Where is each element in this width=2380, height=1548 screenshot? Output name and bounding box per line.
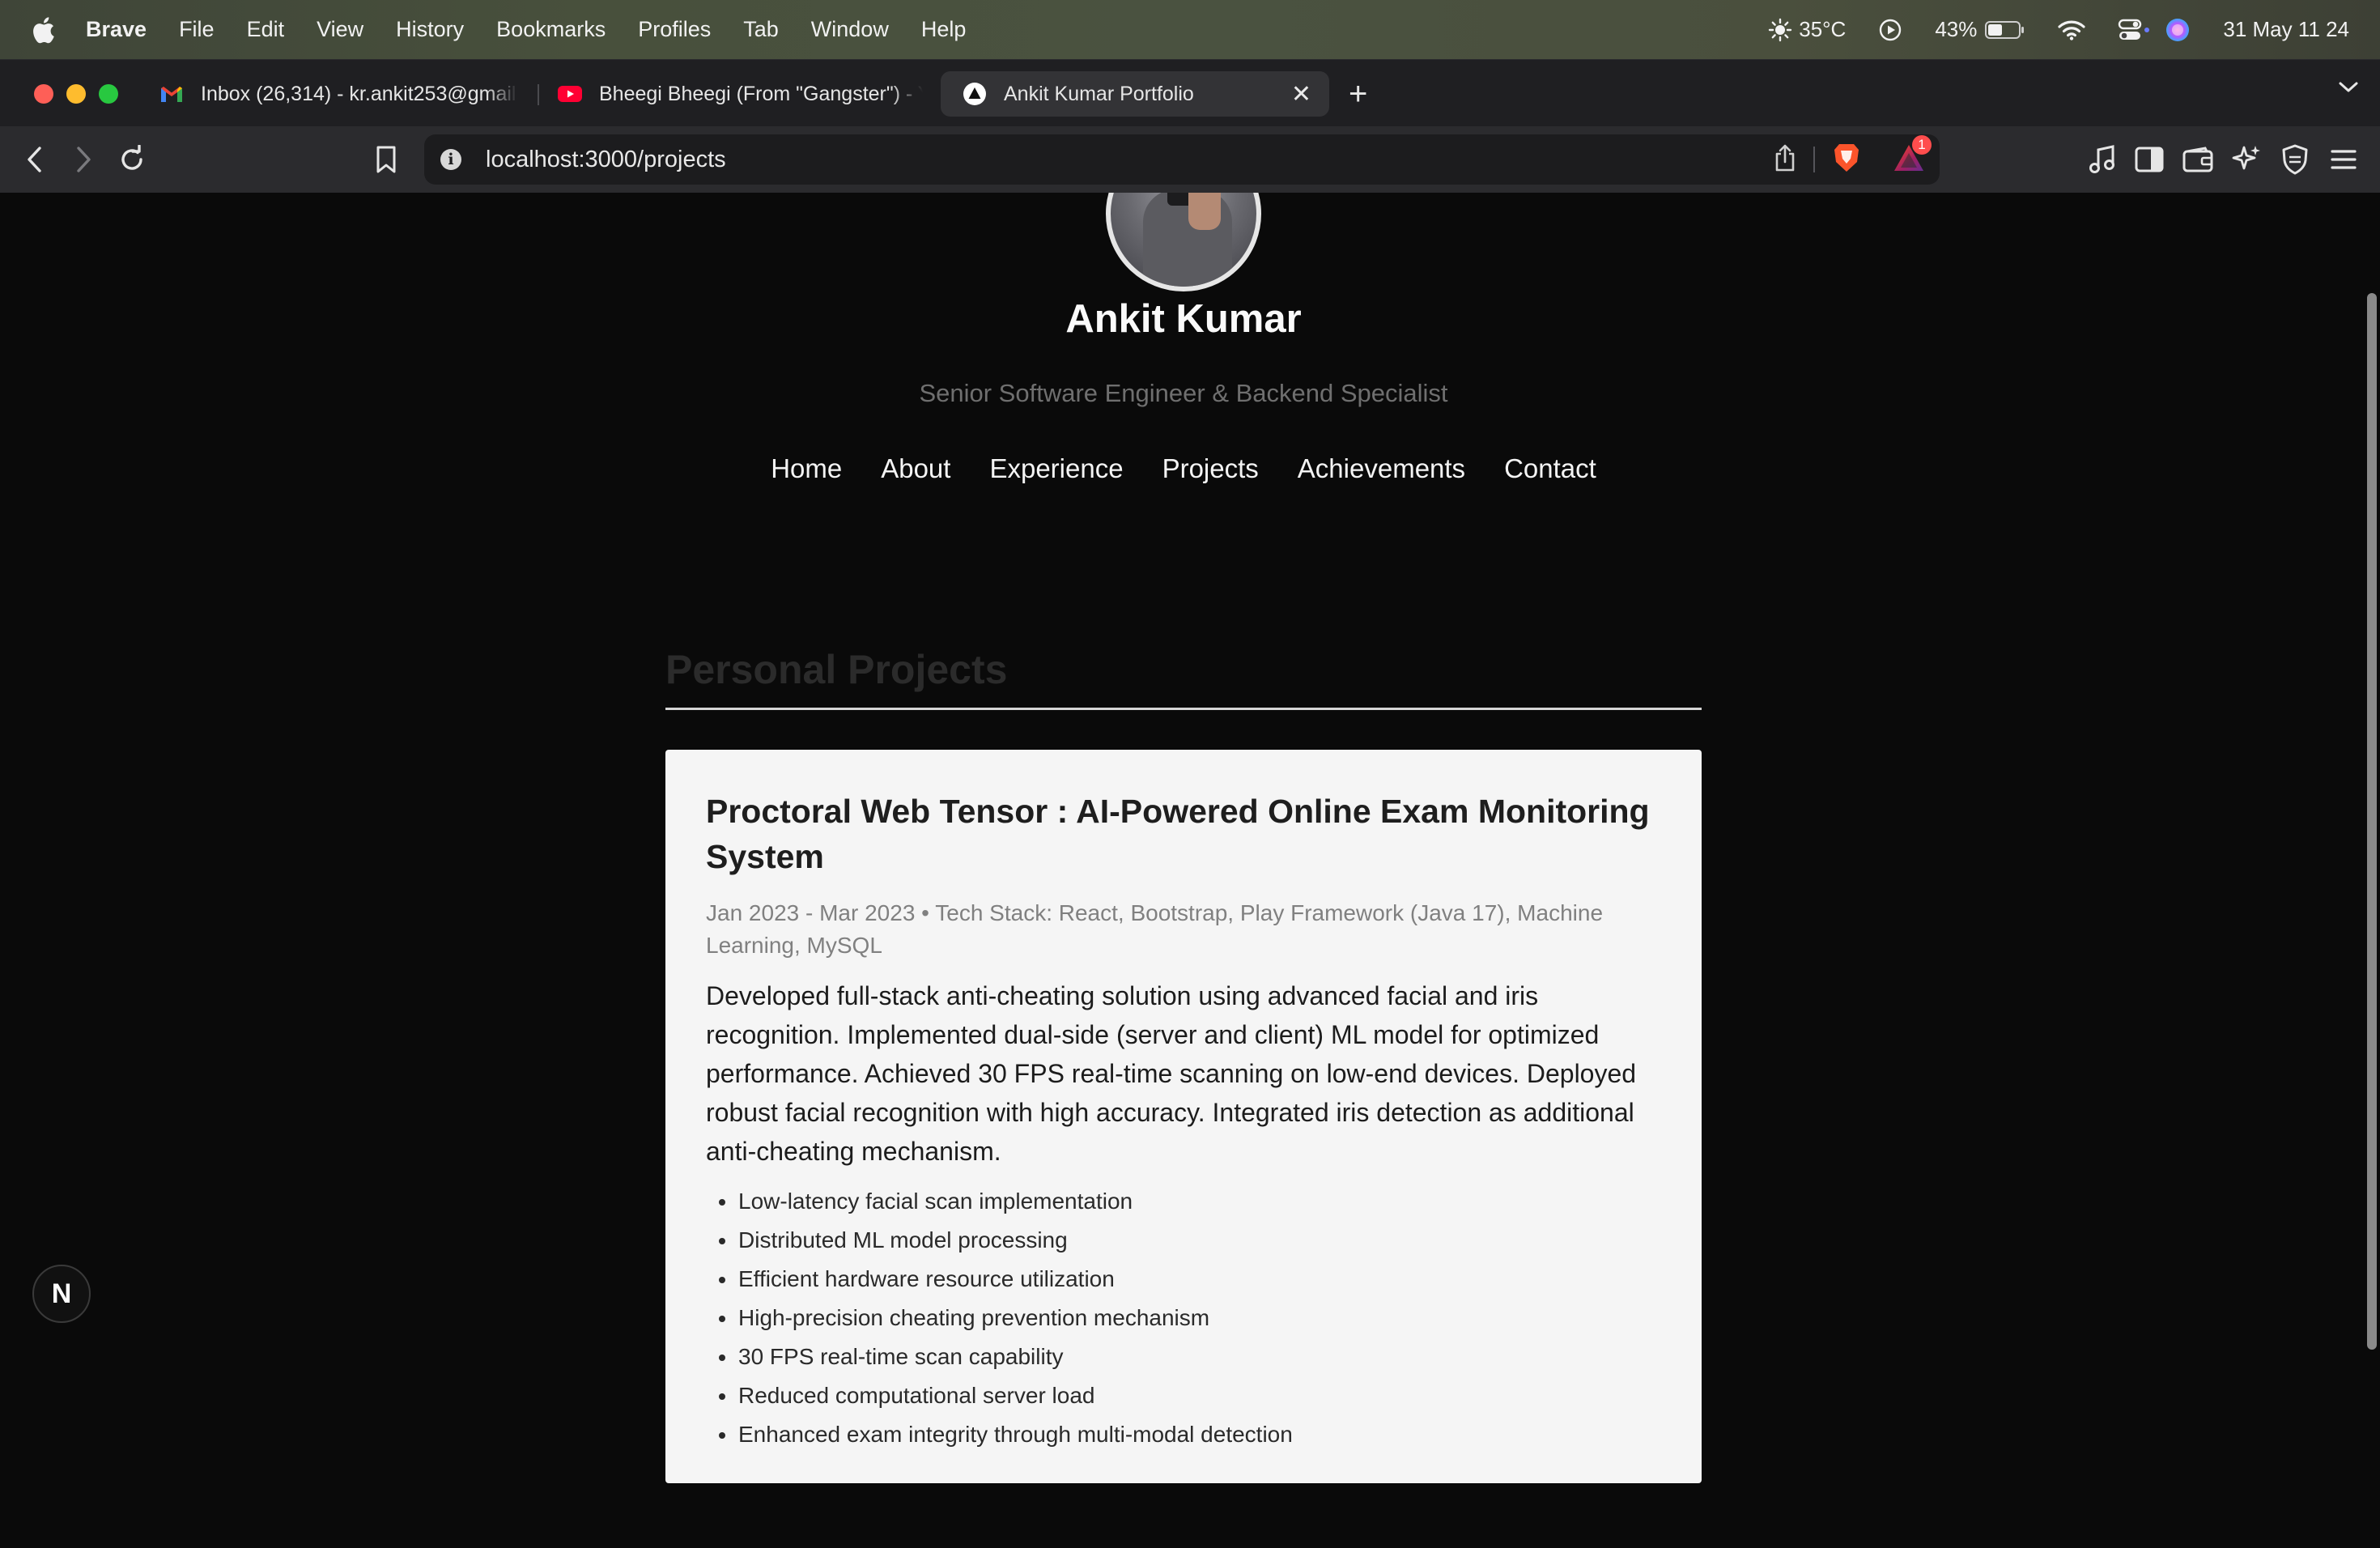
section-title: Personal Projects bbox=[665, 647, 1008, 692]
browser-toolbar: i localhost:3000/projects 1 bbox=[0, 126, 2380, 193]
url-text[interactable]: localhost:3000/projects bbox=[486, 147, 726, 173]
apple-logo-icon[interactable] bbox=[31, 15, 58, 45]
gmail-icon bbox=[159, 81, 185, 107]
nav-projects[interactable]: Projects bbox=[1162, 453, 1259, 484]
menu-tab[interactable]: Tab bbox=[743, 17, 779, 42]
list-item: Reduced computational server load bbox=[706, 1376, 1661, 1415]
menu-edit[interactable]: Edit bbox=[247, 17, 285, 42]
nav-home[interactable]: Home bbox=[771, 453, 842, 484]
window-minimize-button[interactable] bbox=[66, 84, 86, 104]
menu-app-brave[interactable]: Brave bbox=[86, 17, 147, 42]
menu-help[interactable]: Help bbox=[921, 17, 967, 42]
tab-title: Ankit Kumar Portfolio bbox=[1004, 82, 1194, 105]
nav-achievements[interactable]: Achievements bbox=[1298, 453, 1465, 484]
list-item: Low-latency facial scan implementation bbox=[706, 1182, 1661, 1221]
share-icon[interactable] bbox=[1774, 144, 1796, 176]
now-playing-icon[interactable] bbox=[1878, 18, 1902, 42]
control-center-icon[interactable] bbox=[2118, 18, 2150, 42]
list-item: Enhanced exam integrity through multi-mo… bbox=[706, 1415, 1661, 1454]
battery-percent: 43% bbox=[1935, 17, 1978, 41]
tab-youtube[interactable]: Bheegi Bheegi (From "Gangster") - YouTub… bbox=[557, 71, 923, 117]
new-tab-button[interactable]: + bbox=[1349, 74, 1367, 113]
menu-file[interactable]: File bbox=[179, 17, 215, 42]
main-nav: Home About Experience Projects Achieveme… bbox=[0, 453, 2367, 484]
project-card: Proctoral Web Tensor : AI-Powered Online… bbox=[665, 750, 1702, 1483]
back-icon[interactable] bbox=[18, 142, 52, 176]
forward-icon[interactable] bbox=[66, 142, 100, 176]
siri-icon[interactable] bbox=[2165, 17, 2191, 43]
nav-experience[interactable]: Experience bbox=[989, 453, 1123, 484]
rewards-badge: 1 bbox=[1912, 134, 1932, 155]
leo-ai-sparkle-icon[interactable] bbox=[2229, 142, 2263, 176]
battery-icon bbox=[1985, 20, 2025, 39]
sidebar-toggle-icon[interactable] bbox=[2132, 142, 2166, 176]
wallet-icon[interactable] bbox=[2181, 142, 2215, 176]
project-features-list: Low-latency facial scan implementation D… bbox=[706, 1182, 1661, 1454]
battery-status[interactable]: 43% bbox=[1935, 17, 2025, 42]
reload-icon[interactable] bbox=[115, 142, 149, 176]
tab-close-icon[interactable]: ✕ bbox=[1291, 80, 1311, 108]
page-scrollbar[interactable] bbox=[2367, 293, 2377, 1350]
nav-contact[interactable]: Contact bbox=[1504, 453, 1596, 484]
nav-about[interactable]: About bbox=[881, 453, 950, 484]
tab-title: Bheegi Bheegi (From "Gangster") - YouTub… bbox=[599, 82, 923, 105]
clock[interactable]: 31 May 11 24 bbox=[2223, 17, 2349, 42]
tab-gmail[interactable]: Inbox (26,314) - kr.ankit253@gmail.com -… bbox=[159, 71, 518, 117]
profile-subtitle: Senior Software Engineer & Backend Speci… bbox=[919, 379, 1448, 407]
project-meta: Jan 2023 - Mar 2023 • Tech Stack: React,… bbox=[706, 900, 1604, 958]
weather-status[interactable]: 35°C bbox=[1768, 17, 1846, 42]
profile-name: Ankit Kumar bbox=[1065, 297, 1302, 341]
tab-portfolio-active[interactable]: Ankit Kumar Portfolio ✕ bbox=[941, 71, 1329, 117]
list-item: 30 FPS real-time scan capability bbox=[706, 1337, 1661, 1376]
vpn-shield-icon[interactable] bbox=[2278, 142, 2312, 176]
window-close-button[interactable] bbox=[34, 84, 53, 104]
window-zoom-button[interactable] bbox=[99, 84, 118, 104]
list-item: High-precision cheating prevention mecha… bbox=[706, 1299, 1661, 1337]
page-viewport: Ankit Kumar Senior Software Engineer & B… bbox=[0, 193, 2380, 1548]
menu-bookmarks[interactable]: Bookmarks bbox=[496, 17, 606, 42]
project-title: Proctoral Web Tensor : AI-Powered Online… bbox=[706, 793, 1650, 875]
weather-text: 35°C bbox=[1799, 17, 1847, 41]
hamburger-menu-icon[interactable] bbox=[2327, 142, 2361, 176]
list-item: Efficient hardware resource utilization bbox=[706, 1260, 1661, 1299]
section-divider bbox=[665, 708, 1702, 710]
project-description: Developed full-stack anti-cheating solut… bbox=[706, 981, 1637, 1166]
menu-history[interactable]: History bbox=[396, 17, 464, 42]
profile-avatar bbox=[1106, 193, 1261, 291]
nextjs-dev-indicator-button[interactable]: N bbox=[32, 1265, 91, 1323]
brave-shields-icon[interactable] bbox=[1833, 142, 1860, 177]
status-area: 35°C 43% 31 May 11 24 bbox=[1768, 0, 2380, 59]
brave-rewards-icon[interactable]: 1 bbox=[1893, 134, 1932, 176]
tab-strip: Inbox (26,314) - kr.ankit253@gmail.com -… bbox=[0, 59, 2380, 126]
media-music-icon[interactable] bbox=[2085, 142, 2119, 176]
macos-menu-bar: Brave File Edit View History Bookmarks P… bbox=[0, 0, 2380, 59]
menu-view[interactable]: View bbox=[317, 17, 363, 42]
youtube-icon bbox=[557, 81, 583, 107]
bookmark-icon[interactable] bbox=[369, 142, 403, 176]
tab-divider bbox=[538, 84, 539, 105]
menu-profiles[interactable]: Profiles bbox=[638, 17, 711, 42]
menu-window[interactable]: Window bbox=[811, 17, 889, 42]
nextjs-icon bbox=[962, 81, 988, 107]
wifi-icon[interactable] bbox=[2058, 19, 2085, 40]
site-info-icon[interactable]: i bbox=[440, 149, 461, 170]
tab-search-chevron-icon[interactable] bbox=[2338, 81, 2359, 98]
address-bar[interactable]: i localhost:3000/projects 1 bbox=[424, 134, 1940, 185]
tab-title: Inbox (26,314) - kr.ankit253@gmail.com -… bbox=[201, 82, 518, 105]
sun-icon bbox=[1769, 18, 1792, 41]
list-item: Distributed ML model processing bbox=[706, 1221, 1661, 1260]
